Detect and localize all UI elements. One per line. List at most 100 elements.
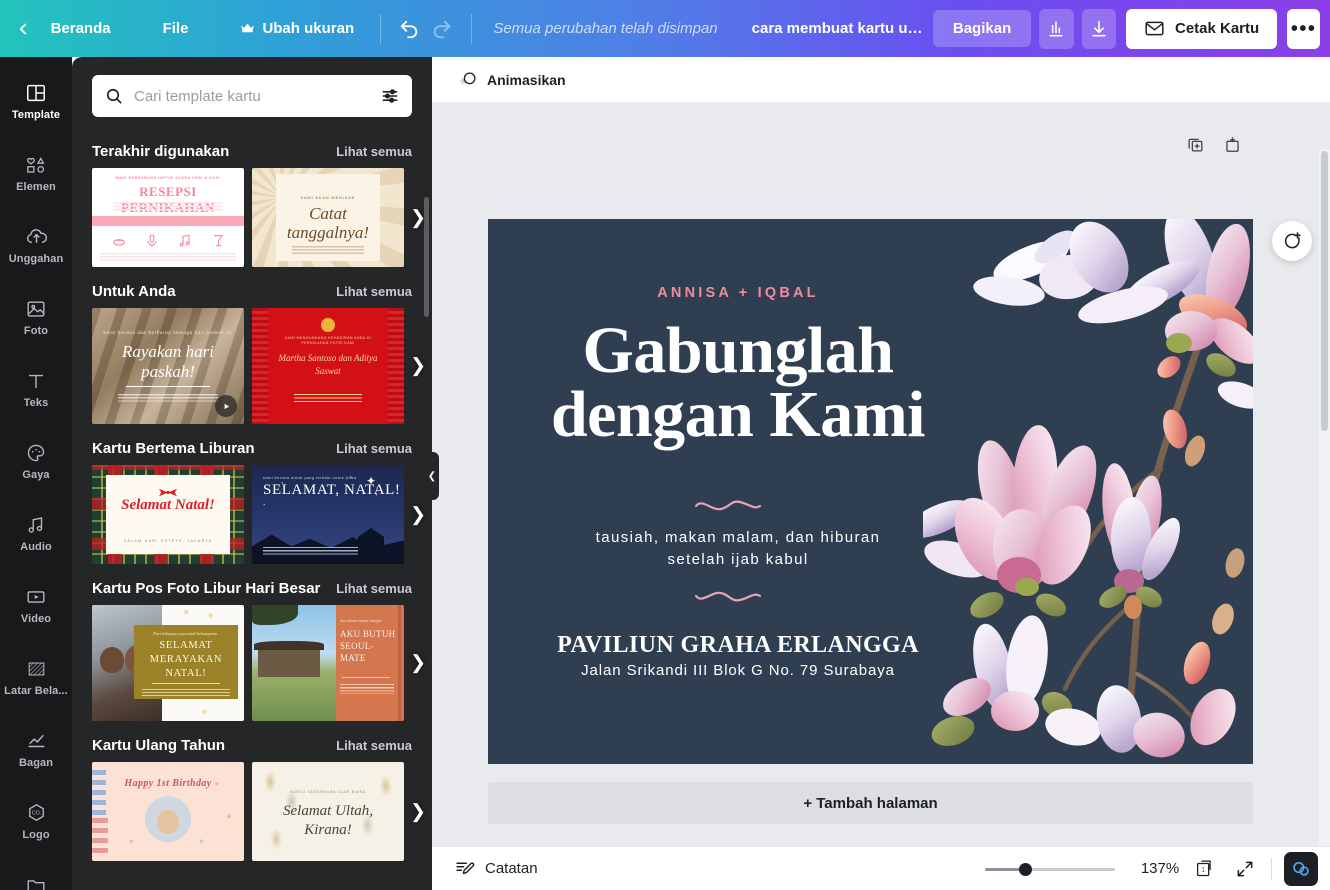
sidebar-label-gaya: Gaya (22, 468, 50, 481)
template-icon (27, 84, 45, 101)
template-thumbnail[interactable]: Dari keluarga saya untuk keluargamu SELA… (92, 605, 244, 721)
thumb-caption: SELAMAT, NATAL! (263, 482, 401, 498)
row-next-button[interactable]: ❯ (410, 505, 426, 524)
share-button[interactable]: Bagikan (932, 10, 1032, 47)
add-page-bar[interactable]: + Tambah halaman (488, 782, 1253, 824)
toolbar-divider-2 (470, 13, 472, 44)
row-next-button[interactable]: ❯ (410, 357, 426, 376)
fullscreen-button[interactable] (1225, 852, 1265, 886)
see-all-link[interactable]: Lihat semua (336, 284, 412, 299)
section-title: Kartu Pos Foto Libur Hari Besar (92, 580, 321, 597)
add-page-icon (1226, 137, 1239, 152)
document-title-input[interactable]: cara membuat kartu undanga... (744, 13, 933, 44)
back-button[interactable] (10, 12, 37, 46)
resize-button[interactable]: Ubah ukuran (226, 12, 368, 45)
context-toolbar: Animasikan (432, 57, 1330, 103)
thumb-caption: Martha Santoso dan Aditya Saswat (278, 353, 378, 376)
design-title-line-1: Gabunglah (582, 314, 895, 387)
animate-label: Animasikan (487, 71, 566, 88)
section-header-terakhir-digunakan: Terakhir digunakan Lihat semua (92, 143, 412, 160)
thumb-eyebrow: - SALAM DARI ESTEYE, JAKARTA - (119, 539, 217, 543)
redo-icon (433, 20, 451, 38)
undo-button[interactable] (393, 10, 426, 48)
insights-button[interactable] (1039, 8, 1074, 49)
food-icon (112, 239, 125, 246)
add-comment-icon (1284, 232, 1301, 249)
more-options-button[interactable]: ••• (1287, 8, 1320, 49)
duplicate-page-button[interactable] (1186, 135, 1205, 159)
template-thumbnail[interactable]: KAMI MENGUNDANG KEHADIRAN ANDA DI PERNIK… (252, 308, 404, 424)
file-menu-button[interactable]: File (149, 12, 203, 45)
sidebar-item-teks[interactable]: Teks (0, 353, 72, 425)
row-next-button[interactable]: ❯ (410, 802, 426, 821)
sidebar-label-teks: Teks (23, 396, 49, 409)
svg-text:1: 1 (1201, 865, 1205, 874)
animate-button[interactable]: Animasikan (448, 64, 576, 96)
notes-button[interactable]: Catatan (444, 852, 548, 885)
notes-label: Catatan (485, 860, 538, 877)
sidebar-item-bagan[interactable]: Bagan (0, 713, 72, 785)
canvas-area[interactable]: ANNISA + IQBAL Gabunglah dengan Kami tau… (432, 103, 1330, 890)
sidebar-item-gaya[interactable]: Gaya (0, 425, 72, 497)
print-card-button[interactable]: Cetak Kartu (1125, 8, 1278, 49)
upload-cloud-icon (26, 229, 47, 243)
flourish-icon (694, 500, 762, 511)
template-thumbnail[interactable]: Happy 1st Birthday (92, 762, 244, 861)
zoom-slider-knob[interactable] (1019, 862, 1032, 876)
pages-button[interactable]: 1 (1185, 852, 1225, 886)
sidebar-item-latar-belakang[interactable]: Latar Bela... (0, 641, 72, 713)
download-button[interactable] (1081, 8, 1116, 49)
add-comment-button[interactable] (1272, 221, 1312, 261)
search-box[interactable] (92, 75, 412, 117)
canvas-vscroll-thumb[interactable] (1321, 151, 1328, 431)
template-thumbnail[interactable]: MARI BERGABUNG UNTUK ACARA DEBI & DONI R… (92, 168, 244, 267)
panel-collapse-button[interactable]: ❮ (425, 452, 439, 500)
sidebar-item-logo[interactable]: CO. Logo (0, 785, 72, 857)
shapes-icon (27, 156, 45, 173)
see-all-link[interactable]: Lihat semua (336, 144, 412, 159)
template-row-kartu-pos-foto: Dari keluarga saya untuk keluargamu SELA… (92, 605, 426, 721)
thumb-eyebrow: Dari keluarga saya untuk keluargamu (153, 631, 217, 636)
section-header-kartu-pos-foto: Kartu Pos Foto Libur Hari Besar Lihat se… (92, 580, 412, 597)
save-status: Semua perubahan telah disimpan (493, 20, 718, 37)
template-thumbnail[interactable]: Selamat Natal! - SALAM DARI ESTEYE, JAKA… (92, 465, 244, 564)
redo-button[interactable] (426, 10, 459, 48)
sidebar-item-elemen[interactable]: Elemen (0, 137, 72, 209)
zoom-percentage[interactable]: 137% (1135, 860, 1185, 877)
chevron-left-icon (20, 23, 27, 34)
sidebar-item-folder[interactable]: Folder (0, 857, 72, 890)
see-all-link[interactable]: Lihat semua (336, 738, 412, 753)
background-hatch-icon (28, 662, 44, 675)
assistant-button[interactable] (1284, 851, 1318, 886)
sidebar-item-unggahan[interactable]: Unggahan (0, 209, 72, 281)
search-input[interactable] (134, 87, 370, 105)
sidebar-item-audio[interactable]: Audio (0, 497, 72, 569)
see-all-link[interactable]: Lihat semua (336, 441, 412, 456)
template-row-terakhir-digunakan: MARI BERGABUNG UNTUK ACARA DEBI & DONI R… (92, 168, 426, 267)
home-menu-button[interactable]: Beranda (37, 12, 125, 45)
sidebar-item-video[interactable]: Video (0, 569, 72, 641)
canvas-vertical-scrollbar[interactable] (1319, 149, 1330, 872)
template-thumbnail[interactable]: Kami berdoa dan berharap semoga hari pas… (92, 308, 244, 424)
sliders-icon[interactable] (380, 86, 400, 106)
template-thumbnail[interactable]: KARTU SEDERHANA LUAR BIASA Selamat Ultah… (252, 762, 404, 861)
magnolia-flower-artwork (923, 219, 1253, 758)
row-next-button[interactable]: ❯ (410, 654, 426, 673)
see-all-link[interactable]: Lihat semua (336, 581, 412, 596)
sidebar-item-template[interactable]: Template (0, 65, 72, 137)
template-thumbnail[interactable]: Aku benar-benar kangen AKU BUTUH SEOUL-M… (252, 605, 404, 721)
zoom-slider-fill (985, 867, 1023, 871)
template-sections-scroll[interactable]: Terakhir digunakan Lihat semua MARI BERG… (72, 127, 432, 890)
section-title: Kartu Bertema Liburan (92, 440, 255, 457)
logo-hexagon-icon: CO. (28, 804, 44, 821)
template-thumbnail[interactable]: ✦ kami berdoa untuk yang terbaik untuk A… (252, 465, 404, 564)
play-icon (224, 403, 229, 409)
search-area (72, 57, 432, 127)
template-thumbnail[interactable]: KAMI AKAN MENIKAH Catat tanggalnya! (252, 168, 404, 267)
design-page[interactable]: ANNISA + IQBAL Gabunglah dengan Kami tau… (488, 219, 1253, 764)
row-next-button[interactable]: ❯ (410, 208, 426, 227)
zoom-slider[interactable] (985, 859, 1115, 879)
add-page-button[interactable] (1223, 135, 1242, 159)
undo-icon (401, 20, 418, 38)
sidebar-item-foto[interactable]: Foto (0, 281, 72, 353)
